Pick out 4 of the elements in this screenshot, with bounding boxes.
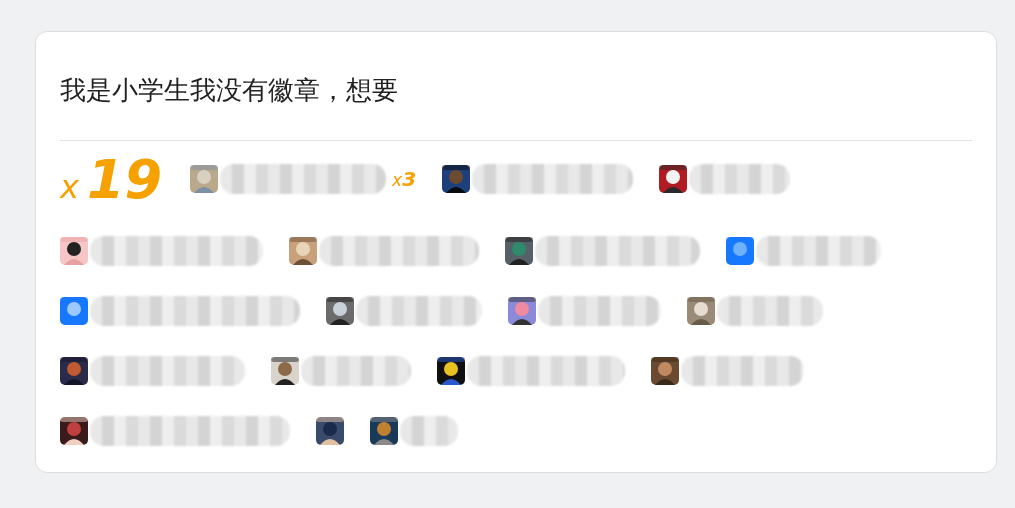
total-count: x 19: [60, 147, 163, 211]
badge-count: x3: [392, 167, 417, 191]
post-title: 我是小学生我没有徽章，想要: [60, 74, 399, 107]
redacted-name: [400, 416, 458, 446]
